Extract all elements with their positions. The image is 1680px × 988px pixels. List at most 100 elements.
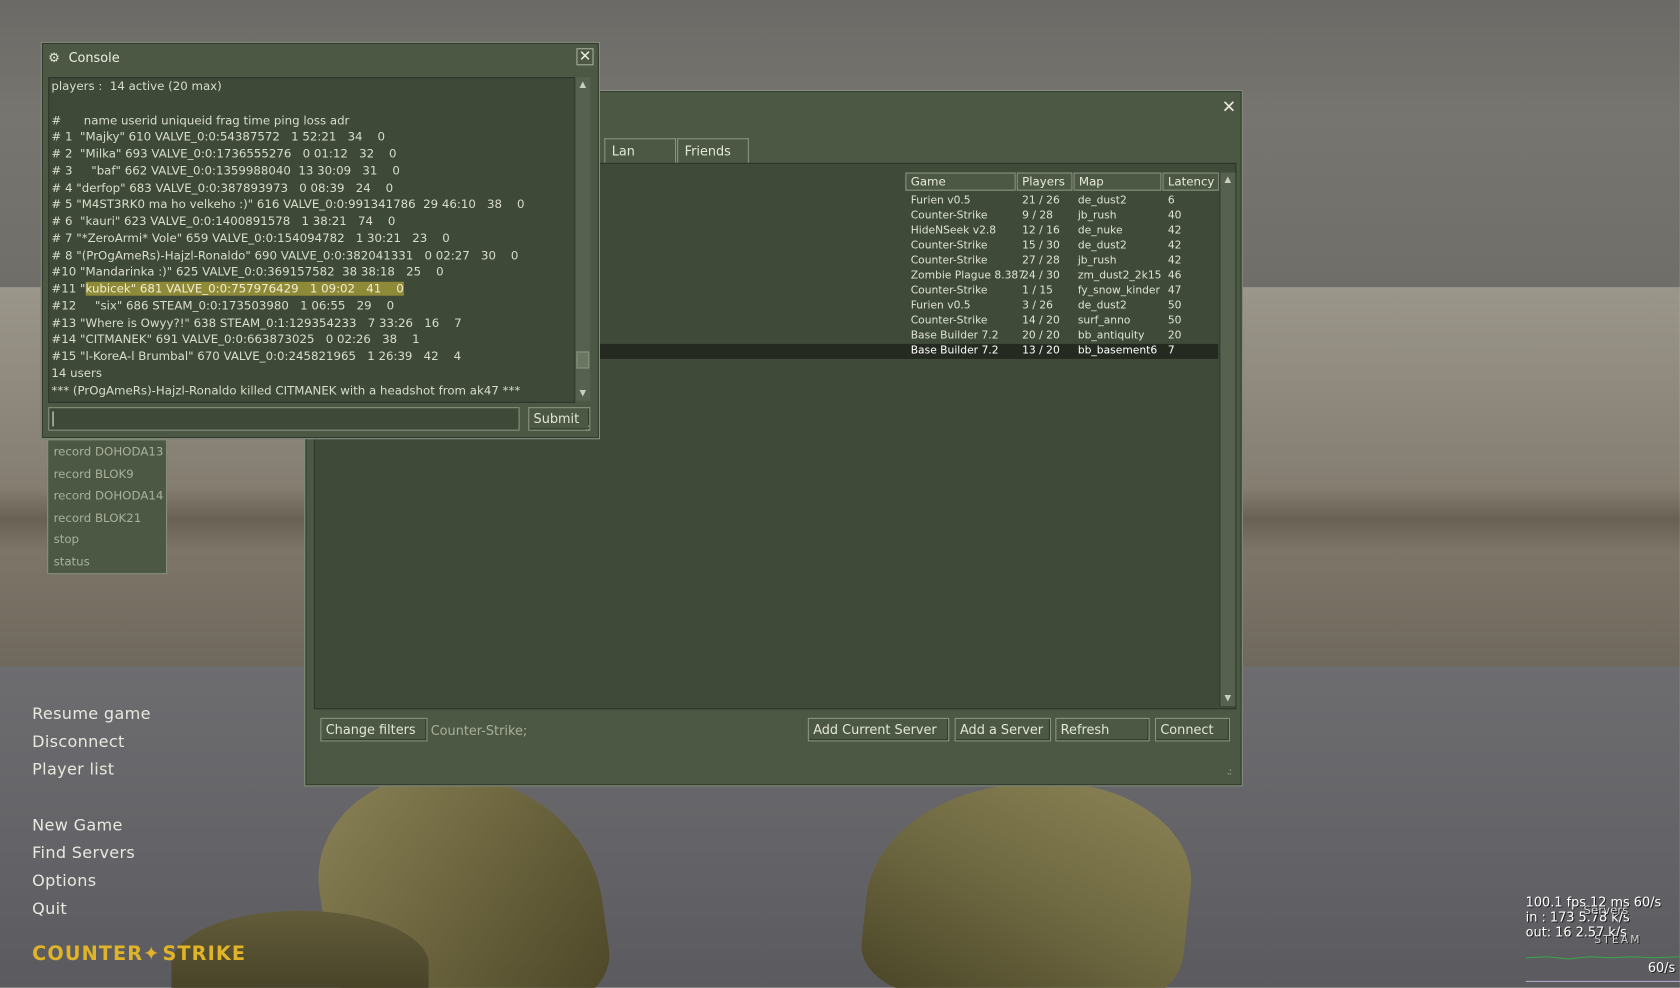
- resize-grip-icon[interactable]: .:: [1227, 768, 1238, 779]
- cell-latency: 50: [1167, 314, 1182, 327]
- scroll-up-icon[interactable]: ▲: [1220, 172, 1235, 187]
- cell-game: Counter-Strike: [910, 239, 988, 252]
- autocomplete-item[interactable]: status: [54, 555, 90, 569]
- cell-players: 12 / 16: [1022, 224, 1060, 237]
- column-game[interactable]: Game: [905, 172, 1016, 191]
- menu-item-new-game[interactable]: New Game: [32, 815, 123, 834]
- autocomplete-item[interactable]: record BLOK9: [54, 467, 134, 481]
- cell-game: Base Builder 7.2: [910, 329, 999, 342]
- close-icon[interactable]: ✕: [1220, 98, 1237, 116]
- cell-map: jb_rush: [1077, 209, 1117, 222]
- console-line: players : 14 active (20 max): [51, 79, 222, 94]
- filter-summary: Counter-Strike;: [430, 723, 528, 739]
- console-autocomplete-list: record DOHODA13 record BLOK9 record DOHODA…: [47, 439, 168, 575]
- steam-icon: ⚙: [48, 50, 60, 66]
- cell-map: de_nuke: [1077, 224, 1123, 237]
- cell-players: 3 / 26: [1022, 299, 1054, 312]
- autocomplete-item[interactable]: record DOHODA14: [54, 489, 164, 503]
- menu-item-player-list[interactable]: Player list: [32, 760, 114, 779]
- scroll-thumb[interactable]: [576, 351, 590, 369]
- cell-latency: 46: [1167, 269, 1182, 282]
- counter-strike-logo: COUNTER✦ STRIKE: [32, 943, 246, 965]
- console-line: # 1 "Majky" 610 VALVE_0:0:54387572 1 52:…: [51, 129, 386, 144]
- cell-game: Base Builder 7.2: [910, 344, 999, 357]
- cell-latency: 42: [1167, 224, 1182, 237]
- cell-players: 14 / 20: [1022, 314, 1060, 327]
- text-caret: [52, 411, 54, 427]
- add-server-button[interactable]: Add a Server: [954, 717, 1052, 742]
- autocomplete-item[interactable]: record DOHODA13: [54, 445, 164, 459]
- autocomplete-item[interactable]: record BLOK21: [54, 511, 142, 525]
- cell-players: 1 / 15: [1022, 284, 1054, 297]
- column-map[interactable]: Map: [1073, 172, 1162, 191]
- close-icon[interactable]: ✕: [576, 48, 594, 66]
- netgraph-rate: 60/s: [1647, 959, 1676, 975]
- console-selection-highlight[interactable]: kubicek" 681 VALVE_0:0:757976429 1 09:02…: [85, 282, 404, 296]
- console-scrollbar[interactable]: ▲ ▼: [574, 77, 591, 401]
- cell-map: de_dust2: [1077, 299, 1127, 312]
- logo-text-right: STRIKE: [162, 942, 247, 966]
- column-players[interactable]: Players: [1016, 172, 1073, 191]
- console-line: #13 "Where is Owyy?!" 638 STEAM_0:1:1293…: [51, 315, 462, 330]
- cell-players: 24 / 30: [1022, 269, 1060, 282]
- add-current-server-button[interactable]: Add Current Server: [807, 717, 950, 742]
- steam-servers-overlay: Servers: [1583, 903, 1629, 918]
- menu-item-quit[interactable]: Quit: [32, 899, 67, 918]
- cell-game: HideNSeek v2.8: [910, 224, 997, 237]
- cell-map: jb_rush: [1077, 254, 1117, 267]
- console-line: #15 "l-KoreA-l Brumbal" 670 VALVE_0:0:24…: [51, 349, 462, 364]
- cell-map: surf_anno: [1077, 314, 1131, 327]
- tab-lan[interactable]: Lan: [604, 138, 677, 163]
- submit-button[interactable]: Submit: [528, 407, 591, 431]
- cell-players: 21 / 26: [1022, 194, 1060, 207]
- console-line: #14 "CITMANEK" 691 VALVE_0:0:663873025 0…: [51, 332, 420, 347]
- steam-overlay-logo: STEAM: [1594, 934, 1642, 947]
- cell-latency: 40: [1167, 209, 1182, 222]
- scroll-up-icon[interactable]: ▲: [575, 77, 590, 92]
- cell-game: Furien v0.5: [910, 194, 971, 207]
- cell-map: de_dust2: [1077, 239, 1127, 252]
- cell-players: 9 / 28: [1022, 209, 1054, 222]
- console-line: 14 users: [51, 366, 103, 381]
- scroll-down-icon[interactable]: ▼: [575, 386, 590, 401]
- cell-map: de_dust2: [1077, 194, 1127, 207]
- tab-friends[interactable]: Friends: [677, 138, 749, 163]
- console-line: # 4 "derfop" 683 VALVE_0:0:387893973 0 0…: [51, 180, 394, 195]
- menu-item-options[interactable]: Options: [32, 871, 96, 890]
- console-command-input[interactable]: [48, 407, 520, 431]
- console-window: ⚙ Console ✕ players : 14 active (20 max)…: [40, 41, 600, 440]
- cell-game: Counter-Strike: [910, 314, 988, 327]
- cell-latency: 42: [1167, 254, 1182, 267]
- cell-game: Counter-Strike: [910, 254, 988, 267]
- console-line: #10 "Mandarinka :)" 625 VALVE_0:0:369157…: [51, 264, 444, 279]
- change-filters-button[interactable]: Change filters: [320, 717, 428, 742]
- cell-latency: 7: [1167, 344, 1175, 357]
- console-line: *** (PrOgAmeRs)-Hajzl-Ronaldo killed CIT…: [51, 383, 521, 397]
- scroll-down-icon[interactable]: ▼: [1220, 691, 1235, 706]
- autocomplete-item[interactable]: stop: [54, 533, 79, 547]
- cell-latency: 42: [1167, 239, 1182, 252]
- server-list-scrollbar[interactable]: ▲ ▼: [1219, 172, 1236, 707]
- logo-text-left: COUNTER: [32, 942, 144, 966]
- menu-item-resume-game[interactable]: Resume game: [32, 704, 151, 723]
- column-latency[interactable]: Latency: [1162, 172, 1220, 191]
- console-line: # 7 "*ZeroArmi* Vole" 659 VALVE_0:0:1540…: [51, 231, 450, 246]
- cell-latency: 47: [1167, 284, 1182, 297]
- console-line: #11 "kubicek" 681 VALVE_0:0:757976429 1 …: [51, 281, 404, 298]
- cell-players: 20 / 20: [1022, 329, 1060, 342]
- cell-players: 13 / 20: [1022, 344, 1060, 357]
- cell-players: 27 / 28: [1022, 254, 1060, 267]
- console-line: # 8 "(PrOgAmeRs)-Hajzl-Ronaldo" 690 VALV…: [51, 248, 519, 262]
- resize-grip-icon[interactable]: .:: [585, 424, 596, 435]
- cell-map: bb_antiquity: [1077, 329, 1145, 342]
- console-title: Console: [68, 50, 120, 66]
- menu-item-find-servers[interactable]: Find Servers: [32, 843, 135, 862]
- menu-item-disconnect[interactable]: Disconnect: [32, 732, 124, 751]
- cell-game: Zombie Plague 8.387: [910, 269, 1026, 282]
- cell-map: fy_snow_kinder: [1077, 284, 1160, 297]
- cell-latency: 20: [1167, 329, 1182, 342]
- cell-game: Counter-Strike: [910, 209, 988, 222]
- connect-button[interactable]: Connect: [1154, 717, 1230, 742]
- refresh-button[interactable]: Refresh: [1055, 717, 1150, 742]
- console-line: #12 "six" 686 STEAM_0:0:173503980 1 06:5…: [51, 298, 395, 313]
